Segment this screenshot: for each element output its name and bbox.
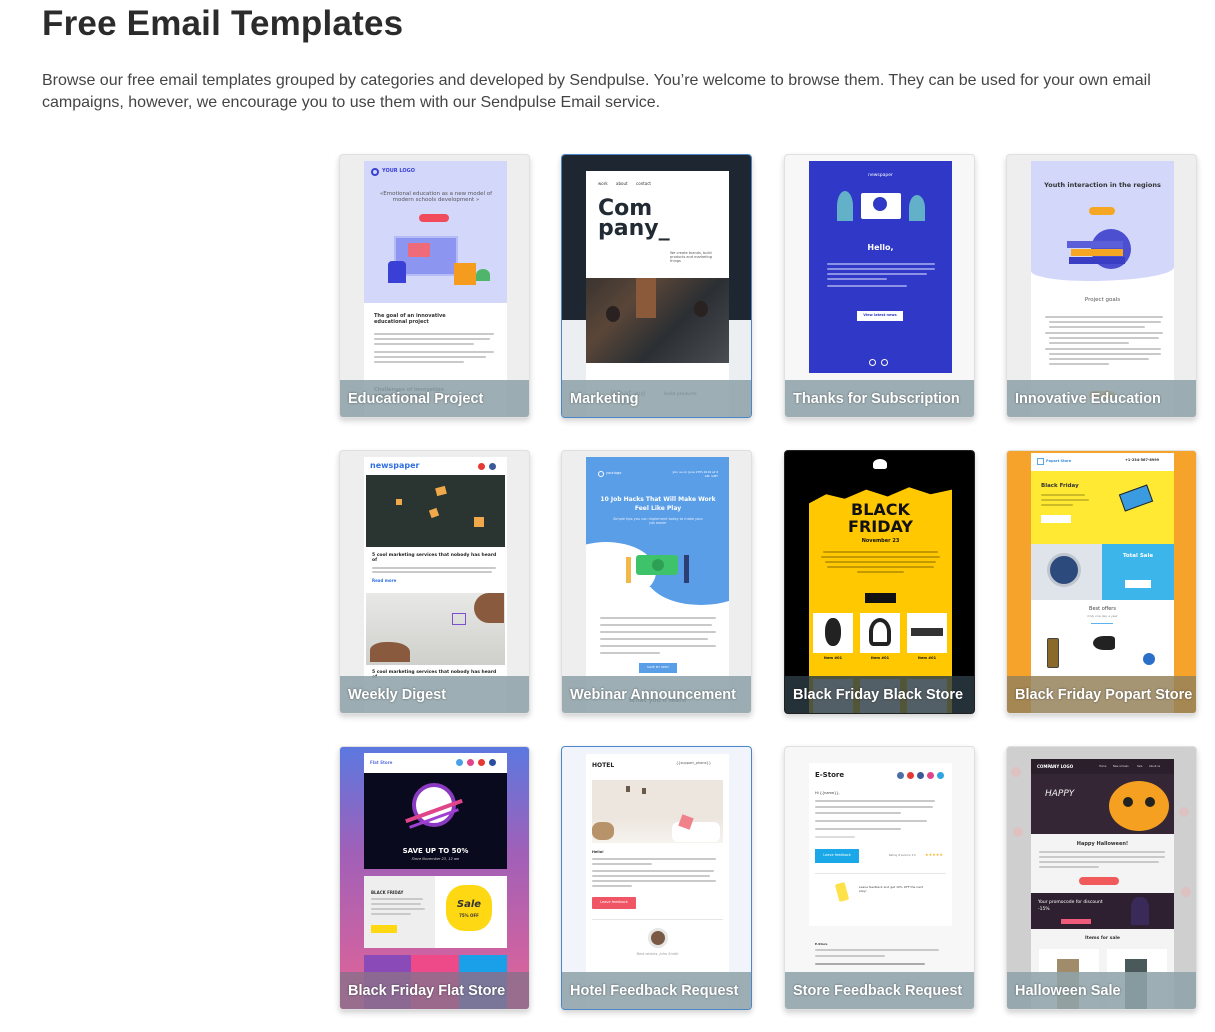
product-phone bbox=[1047, 638, 1059, 668]
template-label-bar: Black Friday Flat Store bbox=[340, 972, 529, 1009]
template-preview: BLACK FRIDAY November 23 Item #01 Item #… bbox=[785, 451, 974, 713]
template-card-store-feedback-request[interactable]: E-Store Hi {{name}}, Leave feedback Rati… bbox=[784, 746, 975, 1010]
template-card-marketing[interactable]: work about contact Com pany_ We create b… bbox=[561, 154, 752, 418]
instagram-icon bbox=[467, 759, 474, 766]
meeting-photo bbox=[586, 278, 729, 363]
elephant-logo-icon bbox=[873, 459, 887, 469]
buy-now-button bbox=[1125, 580, 1151, 588]
template-name: Thanks for Subscription bbox=[793, 391, 960, 407]
template-label-bar: Store Feedback Request bbox=[785, 972, 974, 1009]
shop-now-button bbox=[1079, 877, 1119, 885]
template-name: Weekly Digest bbox=[348, 687, 447, 703]
template-name: Halloween Sale bbox=[1015, 983, 1121, 999]
product-vacuum bbox=[1143, 653, 1155, 665]
template-label-bar: Webinar Announcement bbox=[562, 676, 751, 713]
twitter-icon bbox=[456, 759, 463, 766]
template-name: Black Friday Flat Store bbox=[348, 983, 506, 999]
facebook-icon bbox=[489, 463, 496, 470]
avatar bbox=[648, 928, 668, 948]
template-preview: newspaper 5 cool marketing services that… bbox=[340, 451, 529, 713]
template-label-bar: Hotel Feedback Request bbox=[562, 972, 751, 1009]
template-card-educational-project[interactable]: YOUR LOGO «Emotional education as a new … bbox=[339, 154, 530, 418]
template-card-halloween-sale[interactable]: COMPANY LOGO Home New arrivals Sale Abou… bbox=[1006, 746, 1197, 1010]
template-name: Innovative Education bbox=[1015, 391, 1161, 407]
youtube-icon bbox=[478, 463, 485, 470]
facebook-icon bbox=[489, 759, 496, 766]
buy-now-button bbox=[371, 925, 397, 933]
discount-coupon-icon bbox=[834, 882, 850, 902]
facebook-icon bbox=[881, 359, 888, 366]
template-name: Hotel Feedback Request bbox=[570, 983, 739, 999]
template-card-black-friday-flat-store[interactable]: Flat Store SAVE UP TO 50% Since November… bbox=[339, 746, 530, 1010]
page-title: Free Email Templates bbox=[42, 4, 404, 43]
template-label-bar: Black Friday Black Store bbox=[785, 676, 974, 713]
template-card-hotel-feedback-request[interactable]: HOTEL {{support_phone}} Hello! Leave fee… bbox=[561, 746, 752, 1010]
template-name: Educational Project bbox=[348, 391, 484, 407]
take-test-button bbox=[1089, 207, 1115, 215]
read-more-button bbox=[1041, 515, 1071, 523]
template-card-webinar-announcement[interactable]: yourlogo Join us on June 27th 2019 at 9 … bbox=[561, 450, 752, 714]
template-preview: newspaper Hello, View latest news bbox=[785, 155, 974, 417]
template-card-black-friday-black-store[interactable]: BLACK FRIDAY November 23 Item #01 Item #… bbox=[784, 450, 975, 714]
youtube-icon bbox=[907, 772, 914, 779]
template-card-black-friday-popart-store[interactable]: Popart Store +1-234-567-8999 Black Frida… bbox=[1006, 450, 1197, 714]
template-label-bar: Thanks for Subscription bbox=[785, 380, 974, 417]
template-card-thanks-for-subscription[interactable]: newspaper Hello, View latest news Thanks… bbox=[784, 154, 975, 418]
template-label-bar: Marketing bbox=[562, 380, 751, 417]
template-preview: E-Store Hi {{name}}, Leave feedback Rati… bbox=[785, 747, 974, 1009]
template-label-bar: Halloween Sale bbox=[1007, 972, 1196, 1009]
read-more-button bbox=[865, 593, 896, 603]
store-logo-icon bbox=[1037, 458, 1044, 465]
logo-icon bbox=[598, 471, 604, 477]
template-name: Marketing bbox=[570, 391, 639, 407]
template-preview: yourlogo Join us on June 27th 2019 at 9 … bbox=[562, 451, 751, 713]
template-preview: HOTEL {{support_phone}} Hello! Leave fee… bbox=[562, 747, 751, 1009]
pumpkin-illustration bbox=[1109, 781, 1169, 831]
template-label-bar: Educational Project bbox=[340, 380, 529, 417]
template-preview: work about contact Com pany_ We create b… bbox=[562, 155, 751, 417]
template-preview: Popart Store +1-234-567-8999 Black Frida… bbox=[1007, 451, 1196, 713]
template-card-weekly-digest[interactable]: newspaper 5 cool marketing services that… bbox=[339, 450, 530, 714]
template-card-innovative-education[interactable]: Youth interaction in the regions Project… bbox=[1006, 154, 1197, 418]
rating-stars: ★★★★★ bbox=[925, 852, 943, 857]
read-more-button bbox=[419, 214, 449, 222]
social-icon bbox=[869, 359, 876, 366]
witch-illustration bbox=[1131, 897, 1149, 925]
template-preview: Flat Store SAVE UP TO 50% Since November… bbox=[340, 747, 529, 1009]
page-intro: Browse our free email templates grouped … bbox=[42, 72, 1151, 111]
logo-icon bbox=[371, 168, 379, 176]
instagram-icon bbox=[927, 772, 934, 779]
template-preview: Youth interaction in the regions Project… bbox=[1007, 155, 1196, 417]
happy-halloween-art: HAPPY bbox=[1045, 789, 1075, 799]
template-label-bar: Innovative Education bbox=[1007, 380, 1196, 417]
template-name: Black Friday Black Store bbox=[793, 687, 964, 703]
template-preview: YOUR LOGO «Emotional education as a new … bbox=[340, 155, 529, 417]
vk-icon bbox=[897, 772, 904, 779]
telegram-icon bbox=[937, 772, 944, 779]
template-name: Webinar Announcement bbox=[570, 687, 736, 703]
product-hairdryer bbox=[1093, 636, 1115, 650]
template-preview: COMPANY LOGO Home New arrivals Sale Abou… bbox=[1007, 747, 1196, 1009]
template-name: Store Feedback Request bbox=[793, 983, 963, 999]
template-label-bar: Weekly Digest bbox=[340, 676, 529, 713]
template-label-bar: Black Friday Popart Store bbox=[1007, 676, 1196, 713]
template-name: Black Friday Popart Store bbox=[1015, 687, 1193, 703]
facebook-icon bbox=[917, 772, 924, 779]
youtube-icon bbox=[478, 759, 485, 766]
